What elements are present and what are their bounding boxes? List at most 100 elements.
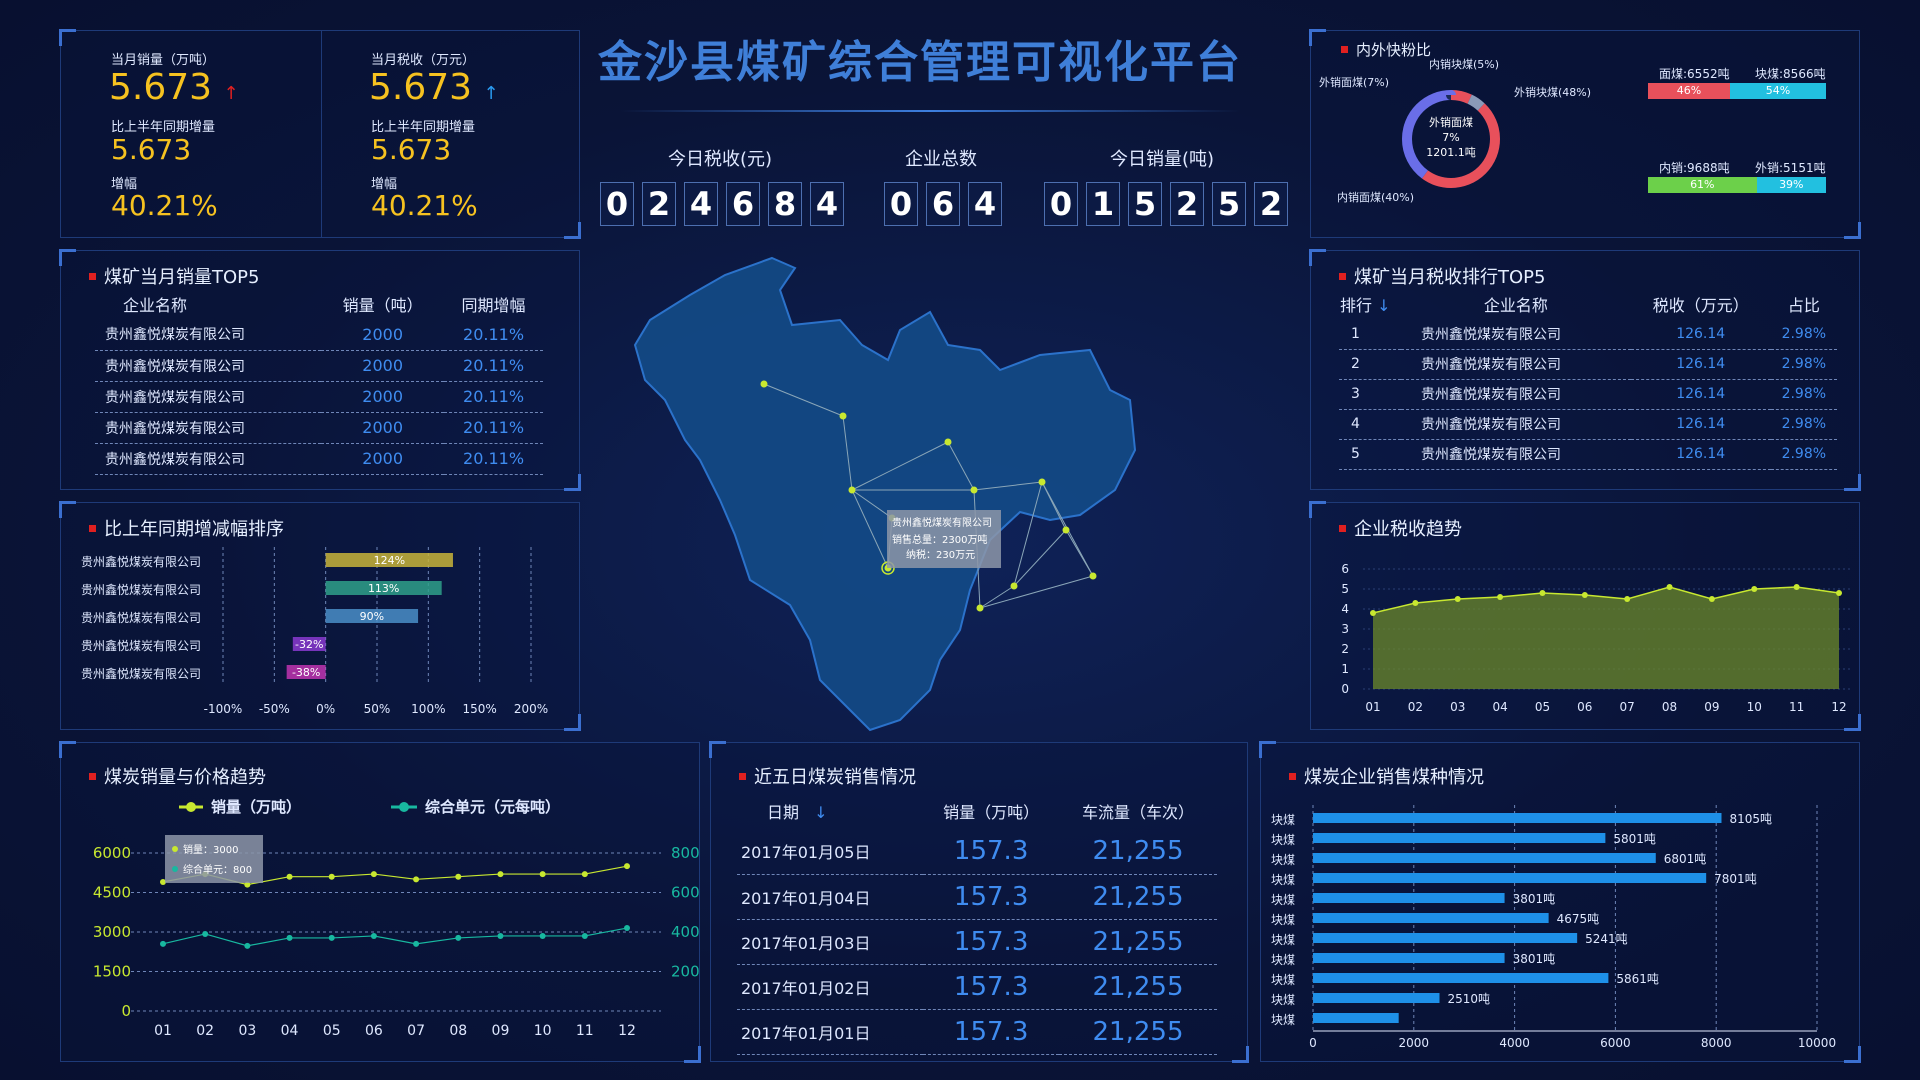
top5-tax-panel: 煤矿当月税收排行TOP5 排行 ↓ 企业名称 税收（万元） 占比 1 贵州鑫悦煤炭… [1309,249,1861,491]
category-label: 块煤 [1271,913,1295,927]
top5-sales-panel: 煤矿当月销量TOP5 企业名称 销量（吨） 同期增幅 贵州鑫悦煤炭有限公司 200… [59,249,581,491]
title-marker-icon [1289,772,1296,780]
x-tick-label: 04 [281,1023,299,1039]
title-marker-icon [89,272,96,280]
map-node [944,438,952,446]
y-tick-label: 1 [1341,662,1349,676]
map-node [839,412,847,420]
kpi-panel: 当月销量（万吨） 5.673 ↑ 比上半年同期增量 5.673 增幅 40.21… [59,29,581,239]
table-row[interactable]: 2017年01月03日 157.3 21,255 [737,919,1217,964]
table-row[interactable]: 4 贵州鑫悦煤炭有限公司 126.14 2.98% [1339,409,1837,439]
table-cell: 2000 [362,387,403,406]
table-cell: 4 [1351,416,1360,432]
table-cell: 2.98% [1781,416,1827,432]
five-days-title: 近五日煤炭销售情况 [739,763,916,789]
x-tick-label: 2000 [1399,1036,1430,1050]
table-cell: 贵州鑫悦煤炭有限公司 [105,327,245,344]
table-row[interactable]: 贵州鑫悦煤炭有限公司 2000 20.11% [95,381,543,412]
category-label: 块煤 [1271,973,1295,987]
table-cell: 20.11% [463,356,525,375]
label-in-lump: 内销块煤(5%) [1429,57,1499,71]
y-tick-label: 2 [1341,642,1349,656]
table-row[interactable]: 贵州鑫悦煤炭有限公司 2000 20.11% [95,443,543,474]
category-label: 块煤 [1271,893,1295,907]
col-company: 企业名称 [1483,296,1548,315]
coal-bar [1313,993,1440,1003]
y-right-tick-label: 400 [671,923,699,941]
table-cell: 贵州鑫悦煤炭有限公司 [105,358,245,375]
title-marker-icon [89,524,96,532]
tax-trend-point [1793,584,1800,590]
table-row[interactable]: 贵州鑫悦煤炭有限公司 2000 20.11% [95,350,543,381]
table-cell: 2017年01月03日 [741,933,871,953]
x-tick-label: 03 [238,1023,256,1039]
ratio-donut-chart: 外销面煤 7% 1201.1吨 外销面煤(7%) 内销块煤(5%) 外销块煤(4… [1319,57,1591,204]
county-map-shape [633,256,1137,732]
tax-trend-point [1624,596,1631,602]
bar-label: 124% [374,554,405,567]
table-row[interactable]: 1 贵州鑫悦煤炭有限公司 126.14 2.98% [1339,319,1837,349]
tax-trend-title: 企业税收趋势 [1339,515,1462,541]
tax-today-digit: 2 [642,182,676,226]
y-right-tick-label: 200 [671,963,699,981]
table-row[interactable]: 2017年01月01日 157.3 21,255 [737,1009,1217,1054]
tax-trend-point [1497,594,1504,600]
tax-trend-panel: 企业税收趋势 0 1 2 3 4 5 6 01 02 03 04 05 06 07 08 09 10 11 12 [1309,501,1861,731]
county-map: 贵州鑫悦煤炭有限公司 销售总量：2300万吨 纳税：230万元 [633,256,1137,732]
table-cell: 20.11% [463,387,525,406]
x-tick-label: 10 [534,1023,552,1039]
map-node [1089,572,1097,580]
coal-bar [1313,833,1606,843]
table-cell: 20.11% [463,418,525,437]
title-marker-icon [1339,272,1346,280]
table-row[interactable]: 5 贵州鑫悦煤炭有限公司 126.14 2.98% [1339,439,1837,469]
table-row[interactable]: 2 贵州鑫悦煤炭有限公司 126.14 2.98% [1339,349,1837,379]
table-row[interactable]: 2017年01月04日 157.3 21,255 [737,874,1217,919]
ratio-bar-2: 61% 39% [1648,177,1826,193]
map-node [848,486,856,494]
x-tick-label: 01 [1365,700,1380,714]
table-cell: 157.3 [953,926,1029,957]
top5-sales-table: 企业名称 销量（吨） 同期增幅 贵州鑫悦煤炭有限公司 2000 20.11% 贵州鑫悦… [95,289,543,475]
table-cell: 21,255 [1092,926,1184,957]
table-row[interactable]: 贵州鑫悦煤炭有限公司 2000 20.11% [95,412,543,443]
label-in-fine: 内销面煤(40%) [1337,190,1414,204]
sort-down-icon: ↓ [814,803,828,822]
tax-trend-title-text: 企业税收趋势 [1354,519,1462,540]
x-tick-label: 10000 [1798,1036,1836,1050]
table-cell: 21,255 [1092,881,1184,912]
table-cell: 贵州鑫悦煤炭有限公司 [1421,417,1561,433]
x-tick-label: 08 [449,1023,467,1039]
y-tick-label: 6 [1341,562,1349,576]
price-point [370,932,377,939]
growth-rank-chart: -100% -50% 0% 50% 100% 150% 200% 贵州鑫悦煤炭有限公司 124%… [81,547,548,716]
col-date[interactable]: 日期 ↓ [737,793,923,829]
x-tick-label: 05 [1535,700,1550,714]
tooltip-sales-text: 销量：3000 [183,843,238,856]
col-sales: 销量（吨） [342,296,423,315]
table-cell: 21,255 [1092,836,1184,867]
label-out-lump: 外销块煤(48%) [1514,85,1591,99]
x-tick-label: 06 [1577,700,1592,714]
table-cell: 贵州鑫悦煤炭有限公司 [105,389,245,406]
x-tick-label: 06 [365,1023,383,1039]
sales-value: 5.673 ↑ [109,67,239,108]
x-tick-label: 02 [1408,700,1423,714]
table-row[interactable]: 2017年01月05日 157.3 21,255 [737,829,1217,874]
map-tooltip-line2: 纳税：230万元 [906,548,975,561]
tax-trend-area [1373,587,1839,689]
y-tick-label: 0 [1341,682,1349,696]
col-rank[interactable]: 排行 ↓ [1339,289,1401,319]
coal-types-panel: 煤炭企业销售煤种情况 0 2000 4000 6000 8000 10000 块煤 8105吨… [1259,741,1861,1063]
x-tick-label: 0 [1309,1036,1317,1050]
company-name: 贵州鑫悦煤炭有限公司 [81,554,201,569]
tax-today-digit: 4 [810,182,844,226]
donut-center-line2: 7% [1442,131,1459,144]
top5-tax-title: 煤矿当月税收排行TOP5 [1339,263,1545,289]
table-row[interactable]: 贵州鑫悦煤炭有限公司 2000 20.11% [95,319,543,350]
up-arrow-icon: ↑ [223,83,239,104]
tick-label: 200% [514,702,548,716]
category-label: 块煤 [1271,813,1295,827]
table-row[interactable]: 2017年01月02日 157.3 21,255 [737,964,1217,1009]
table-row[interactable]: 3 贵州鑫悦煤炭有限公司 126.14 2.98% [1339,379,1837,409]
